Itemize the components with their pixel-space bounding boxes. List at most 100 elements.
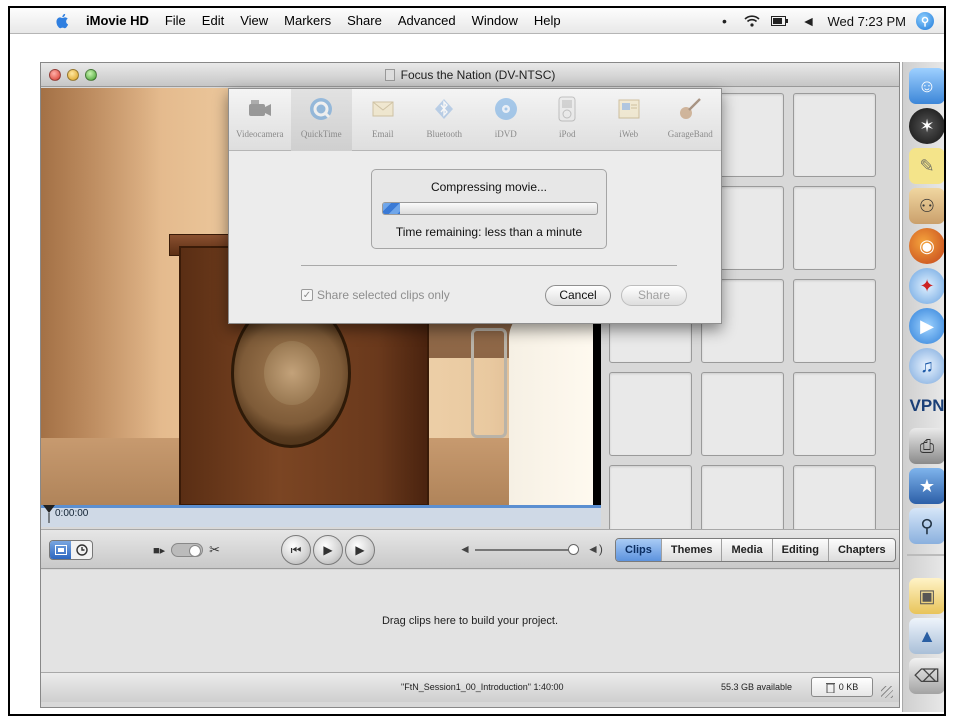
share-iweb-button[interactable]: iWeb bbox=[598, 89, 660, 151]
apple-menu-icon[interactable] bbox=[54, 12, 72, 30]
share-selected-checkbox[interactable]: ✓ Share selected clips only bbox=[301, 288, 450, 302]
dashboard-icon[interactable]: ✶ bbox=[909, 108, 944, 144]
timecode-label: 0:00:00 bbox=[55, 508, 89, 519]
tab-editing[interactable]: Editing bbox=[771, 539, 828, 561]
progress-bar bbox=[382, 202, 598, 215]
share-email-button[interactable]: Email bbox=[352, 89, 414, 151]
documents-folder-icon[interactable]: ▣ bbox=[909, 578, 944, 614]
quicktime-icon bbox=[307, 95, 335, 123]
trash-dock-icon[interactable]: ⌫ bbox=[909, 658, 944, 694]
resize-grip-icon[interactable] bbox=[881, 686, 893, 698]
tab-clips[interactable]: Clips bbox=[616, 539, 661, 561]
rewind-button[interactable]: ⏮ bbox=[281, 535, 311, 565]
menu-share[interactable]: Share bbox=[347, 13, 382, 28]
itunes-icon[interactable]: ♫ bbox=[909, 348, 944, 384]
finder-icon[interactable]: ☺ bbox=[909, 68, 944, 104]
videocamera-icon bbox=[246, 95, 274, 123]
video-tablecloth bbox=[509, 308, 599, 505]
scrubber-track[interactable] bbox=[41, 505, 601, 508]
tab-media[interactable]: Media bbox=[721, 539, 771, 561]
share-bluetooth-button[interactable]: Bluetooth bbox=[414, 89, 476, 151]
tab-chapters[interactable]: Chapters bbox=[827, 539, 895, 561]
progress-panel: Compressing movie... Time remaining: les… bbox=[371, 169, 607, 249]
bluetooth-share-icon bbox=[430, 95, 458, 123]
menubar-clock[interactable]: Wed 7:23 PM bbox=[827, 14, 906, 29]
trash-size: 0 KB bbox=[838, 682, 859, 692]
printer-icon[interactable]: ⎙ bbox=[909, 428, 944, 464]
menu-advanced[interactable]: Advanced bbox=[398, 13, 456, 28]
camera-edit-mode-switch[interactable]: ■▸ ✂ bbox=[153, 541, 233, 559]
tab-themes[interactable]: Themes bbox=[660, 539, 722, 561]
cancel-button[interactable]: Cancel bbox=[545, 285, 611, 306]
controls-bar: ■▸ ✂ ⏮ ▶ ▶ ◄ ◄) Clips Themes Media Editi… bbox=[41, 529, 899, 569]
fullscreen-play-button[interactable]: ▶ bbox=[345, 535, 375, 565]
clip-slot[interactable] bbox=[793, 279, 876, 363]
share-videocamera-button[interactable]: Videocamera bbox=[229, 89, 291, 151]
share-quicktime-button[interactable]: QuickTime bbox=[290, 89, 352, 151]
scrubber-bar[interactable]: 0:00:00 bbox=[41, 505, 601, 527]
volume-slider[interactable] bbox=[475, 549, 571, 551]
applications-folder-icon[interactable]: ▲ bbox=[909, 618, 944, 654]
pane-tab-bar: Clips Themes Media Editing Chapters bbox=[615, 538, 896, 562]
menu-help[interactable]: Help bbox=[534, 13, 561, 28]
preview-icon[interactable]: ⚲ bbox=[909, 508, 944, 544]
menu-file[interactable]: File bbox=[165, 13, 186, 28]
timeline-empty-message: Drag clips here to build your project. bbox=[381, 615, 559, 627]
window-titlebar[interactable]: Focus the Nation (DV-NTSC) bbox=[41, 63, 899, 87]
share-garageband-button[interactable]: GarageBand bbox=[660, 89, 722, 151]
menu-view[interactable]: View bbox=[240, 13, 268, 28]
share-label: iWeb bbox=[619, 129, 639, 139]
checkmark-icon[interactable]: ✓ bbox=[301, 289, 313, 301]
divider bbox=[301, 265, 677, 266]
window-title-text: Focus the Nation (DV-NTSC) bbox=[400, 67, 556, 82]
trash-button[interactable]: 0 KB bbox=[811, 677, 873, 697]
volume-icon[interactable]: ◄ bbox=[799, 13, 817, 29]
volume-knob[interactable] bbox=[568, 544, 579, 555]
share-sheet: Videocamera QuickTime Email Bluetooth iD… bbox=[228, 88, 722, 324]
clip-viewer-icon[interactable] bbox=[50, 541, 71, 559]
scissors-icon[interactable]: ✂ bbox=[209, 542, 220, 558]
clip-slot[interactable] bbox=[793, 93, 876, 177]
menu-window[interactable]: Window bbox=[472, 13, 518, 28]
iweb-icon bbox=[615, 95, 643, 123]
share-idvd-button[interactable]: iDVD bbox=[475, 89, 537, 151]
firefox-icon[interactable]: ◉ bbox=[909, 228, 944, 264]
document-icon bbox=[384, 68, 395, 81]
play-button[interactable]: ▶ bbox=[313, 535, 343, 565]
share-button[interactable]: Share bbox=[621, 285, 687, 306]
clip-slot[interactable] bbox=[609, 372, 692, 456]
mode-switch-track[interactable] bbox=[171, 543, 204, 557]
seal-center bbox=[264, 341, 320, 405]
playhead-icon[interactable] bbox=[43, 505, 55, 523]
progress-title: Compressing movie... bbox=[430, 180, 548, 194]
wifi-icon[interactable] bbox=[743, 13, 761, 29]
menu-edit[interactable]: Edit bbox=[202, 13, 224, 28]
safari-icon[interactable]: ✦ bbox=[909, 268, 944, 304]
dock: ☺ ✶ ✎ ⚇ ◉ ✦ ▶ ♫ VPN ⎙ ★ ⚲ ▣ ▲ ⌫ bbox=[902, 62, 944, 712]
guitar-icon bbox=[676, 95, 704, 123]
spotlight-icon[interactable]: ⚲ bbox=[916, 12, 934, 30]
clip-slot[interactable] bbox=[701, 372, 784, 456]
share-selected-label: Share selected clips only bbox=[317, 288, 450, 302]
stickies-icon[interactable]: ✎ bbox=[909, 148, 944, 184]
battery-icon[interactable] bbox=[771, 13, 789, 29]
menu-app-name[interactable]: iMovie HD bbox=[86, 13, 149, 28]
video-chair bbox=[471, 328, 507, 438]
timeline-view-toggle[interactable] bbox=[49, 540, 93, 560]
share-ipod-button[interactable]: iPod bbox=[537, 89, 599, 151]
clip-timeline[interactable]: Drag clips here to build your project. bbox=[41, 570, 899, 672]
menu-markers[interactable]: Markers bbox=[284, 13, 331, 28]
clip-slot[interactable] bbox=[793, 372, 876, 456]
imovie-icon[interactable]: ★ bbox=[909, 468, 944, 504]
share-label: Bluetooth bbox=[426, 129, 463, 139]
address-book-icon[interactable]: ⚇ bbox=[909, 188, 944, 224]
ichat-icon[interactable]: ▶ bbox=[909, 308, 944, 344]
disk-space-label: 55.3 GB available bbox=[721, 682, 793, 692]
timeline-viewer-icon[interactable] bbox=[71, 541, 92, 559]
clip-slot[interactable] bbox=[793, 186, 876, 270]
vpn-icon[interactable]: VPN bbox=[909, 388, 944, 424]
camera-mode-icon[interactable]: ■▸ bbox=[153, 544, 165, 557]
time-remaining-label: Time remaining: less than a minute bbox=[395, 225, 583, 239]
bluetooth-icon[interactable]: • bbox=[715, 13, 733, 29]
menu-bar: iMovie HD File Edit View Markers Share A… bbox=[10, 8, 944, 34]
